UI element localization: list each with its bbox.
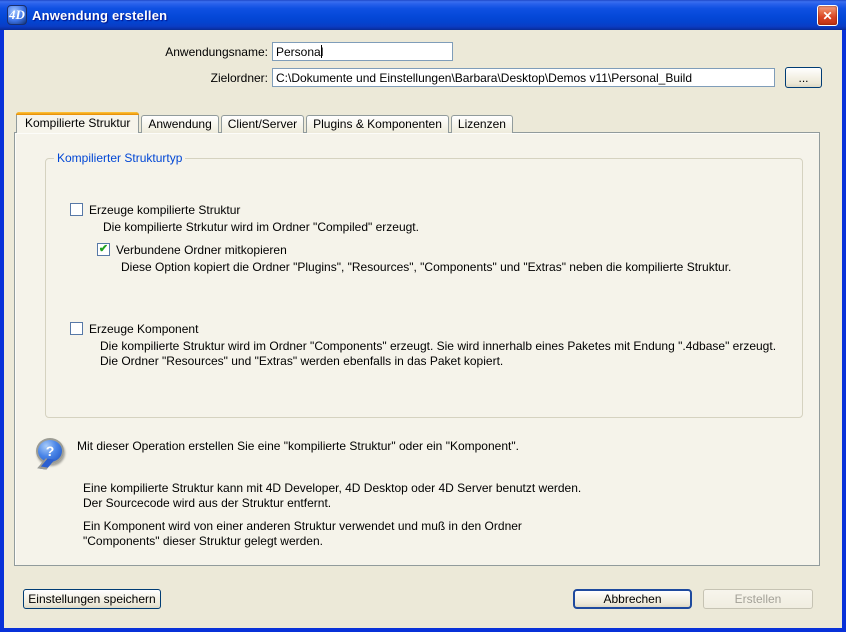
checkbox-erzeuge-kompilierte-struktur[interactable] (70, 203, 83, 216)
app-name-input[interactable] (272, 42, 453, 61)
tab-kompilierte-struktur[interactable]: Kompilierte Struktur (16, 112, 139, 133)
help-line: Der Sourcecode wird aus der Struktur ent… (83, 496, 581, 511)
app-name-label: Anwendungsname: (88, 45, 268, 59)
option-description: Diese Option kopiert die Ordner "Plugins… (121, 260, 731, 274)
help-line: Ein Komponent wird von einer anderen Str… (83, 519, 522, 534)
help-line: Eine kompilierte Struktur kann mit 4D De… (83, 481, 581, 496)
check-icon: ✔ (99, 244, 108, 255)
help-paragraph-2: Ein Komponent wird von einer anderen Str… (83, 519, 522, 549)
target-folder-input[interactable] (272, 68, 775, 87)
help-bubble-icon: ? (36, 438, 64, 464)
text-caret (321, 45, 322, 58)
groupbox-title: Kompilierter Strukturtyp (54, 151, 185, 165)
tab-plugins-komponenten[interactable]: Plugins & Komponenten (306, 115, 449, 133)
cancel-button[interactable]: Abbrechen (573, 589, 692, 609)
dialog-window: 4D Anwendung erstellen ✕ Anwendungsname:… (0, 0, 846, 632)
close-button[interactable]: ✕ (817, 5, 838, 26)
tab-anwendung[interactable]: Anwendung (141, 115, 218, 133)
window-title: Anwendung erstellen (32, 8, 167, 23)
checkbox-erzeuge-komponent[interactable] (70, 322, 83, 335)
checkbox-label: Verbundene Ordner mitkopieren (116, 243, 287, 257)
browse-button[interactable]: ... (785, 67, 822, 88)
title-bar: 4D Anwendung erstellen ✕ (0, 0, 846, 30)
create-button: Erstellen (703, 589, 813, 609)
save-settings-button[interactable]: Einstellungen speichern (23, 589, 161, 609)
help-line: "Components" dieser Struktur gelegt werd… (83, 534, 522, 549)
checkbox-label: Erzeuge kompilierte Struktur (89, 203, 240, 217)
tab-strip: Kompilierte Struktur Anwendung Client/Se… (16, 112, 515, 133)
tab-client-server[interactable]: Client/Server (221, 115, 304, 133)
target-folder-label: Zielordner: (88, 71, 268, 85)
4d-logo-icon: 4D (7, 5, 27, 25)
checkbox-label: Erzeuge Komponent (89, 322, 198, 336)
option-description: Die Ordner "Resources" und "Extras" werd… (100, 354, 503, 368)
help-paragraph-1: Eine kompilierte Struktur kann mit 4D De… (83, 481, 581, 511)
groupbox-kompilierter-strukturtyp: Kompilierter Strukturtyp (45, 158, 803, 418)
help-intro: Mit dieser Operation erstellen Sie eine … (77, 439, 519, 454)
close-icon: ✕ (822, 9, 832, 23)
option-description: Die kompilierte Struktur wird im Ordner … (100, 339, 776, 353)
tab-lizenzen[interactable]: Lizenzen (451, 115, 513, 133)
checkbox-verbundene-ordner[interactable]: ✔ (97, 243, 110, 256)
question-mark-icon: ? (46, 443, 55, 459)
option-description: Die kompilierte Strkutur wird im Ordner … (103, 220, 419, 234)
